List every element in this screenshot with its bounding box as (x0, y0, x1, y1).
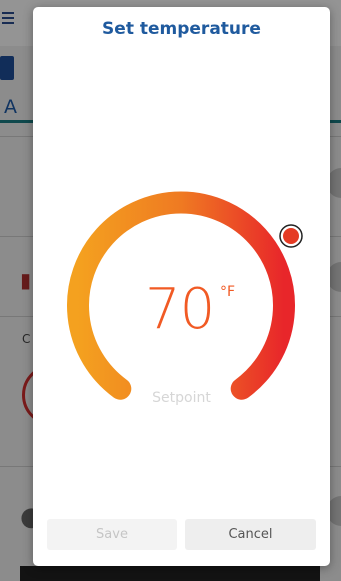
setpoint-label: Setpoint (152, 390, 211, 406)
cancel-button[interactable]: Cancel (185, 519, 316, 550)
temperature-value: 70 (145, 277, 215, 342)
save-button[interactable]: Save (47, 519, 177, 550)
set-temperature-dialog: Set temperature 70 °F Setpoint Save Canc… (33, 7, 330, 566)
temperature-unit: °F (220, 284, 236, 300)
dial-handle-icon (279, 224, 303, 248)
